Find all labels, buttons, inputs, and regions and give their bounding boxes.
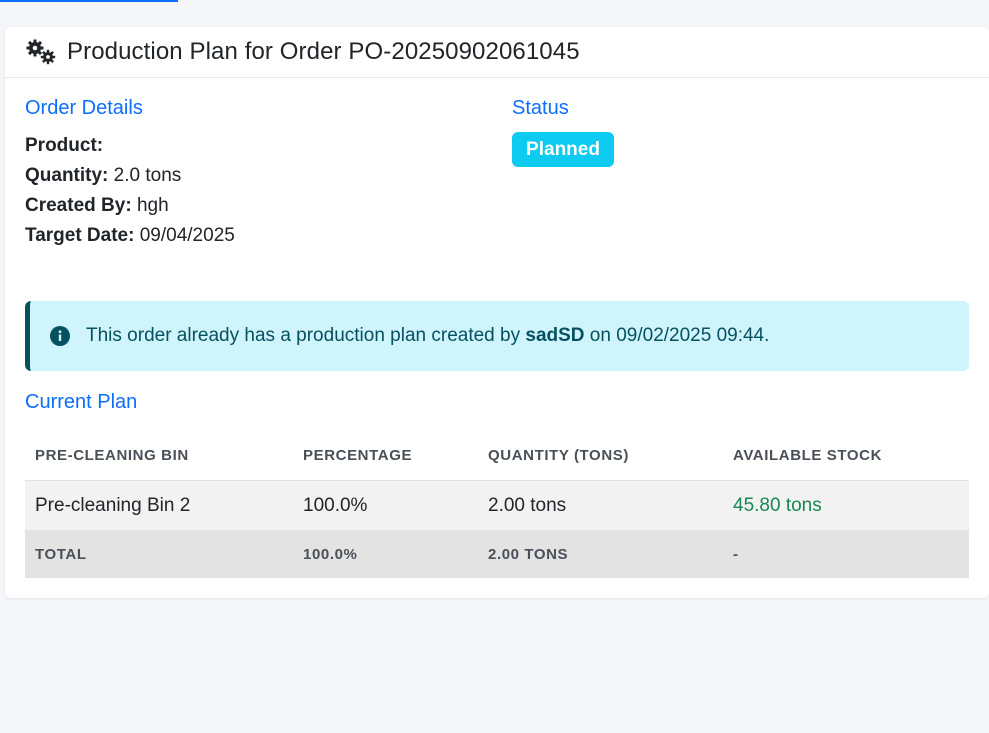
column-header-stock: AVAILABLE STOCK — [733, 447, 883, 464]
total-label: TOTAL — [35, 546, 87, 563]
plan-table: PRE-CLEANING BIN PERCENTAGE QUANTITY (TO… — [25, 431, 969, 578]
table-row: Pre-cleaning Bin 2 100.0% 2.00 tons 45.8… — [25, 481, 969, 531]
order-details-title: Order Details — [25, 97, 143, 119]
info-circle-icon — [50, 326, 70, 346]
total-percentage: 100.0% — [303, 546, 358, 563]
active-tab-underline — [0, 0, 178, 2]
target-date-value: 09/04/2025 — [139, 225, 235, 246]
total-quantity: 2.00 TONS — [488, 546, 569, 563]
card-header: Production Plan for Order PO-20250902061… — [5, 27, 989, 78]
status-badge: Planned — [512, 132, 614, 167]
table-total-row: TOTAL 100.0% 2.00 TONS - — [25, 531, 969, 578]
product-label: Product: — [25, 135, 104, 156]
table-header-row: PRE-CLEANING BIN PERCENTAGE QUANTITY (TO… — [25, 431, 969, 481]
target-date-line: Target Date: 09/04/2025 — [25, 225, 235, 247]
quantity-value: 2.0 tons — [113, 165, 182, 186]
created-by-line: Created By: hgh — [25, 195, 169, 217]
column-header-bin: PRE-CLEANING BIN — [35, 447, 189, 464]
info-alert: This order already has a production plan… — [25, 301, 969, 371]
cell-bin: Pre-cleaning Bin 2 — [35, 494, 191, 516]
production-plan-card: Production Plan for Order PO-20250902061… — [5, 27, 989, 598]
column-header-quantity: QUANTITY (TONS) — [488, 447, 629, 464]
alert-message: This order already has a production plan… — [86, 325, 769, 347]
target-date-label: Target Date: — [25, 225, 135, 246]
current-plan-title: Current Plan — [25, 391, 138, 413]
total-stock: - — [733, 546, 739, 563]
cell-percentage: 100.0% — [303, 494, 368, 516]
cell-available-stock: 45.80 tons — [733, 494, 822, 516]
alert-text-after: on 09/02/2025 09:44. — [589, 325, 770, 346]
alert-text-before: This order already has a production plan… — [86, 325, 521, 346]
quantity-line: Quantity: 2.0 tons — [25, 165, 181, 187]
alert-user: sadSD — [525, 325, 585, 346]
created-by-value: hgh — [136, 195, 169, 216]
cell-quantity: 2.00 tons — [488, 494, 567, 516]
quantity-label: Quantity: — [25, 165, 109, 186]
product-line: Product: — [25, 135, 103, 157]
page-title: Production Plan for Order PO-20250902061… — [67, 38, 580, 65]
status-title: Status — [512, 97, 569, 119]
column-header-percentage: PERCENTAGE — [303, 447, 413, 464]
gears-icon — [26, 39, 56, 65]
created-by-label: Created By: — [25, 195, 132, 216]
